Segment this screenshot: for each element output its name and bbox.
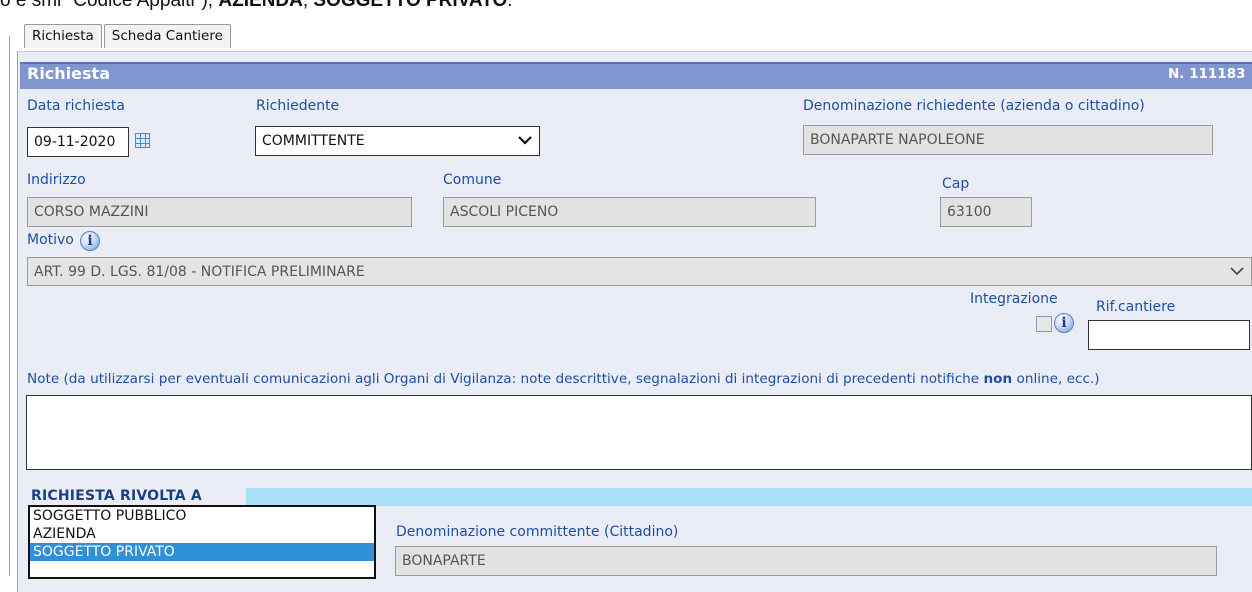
data-richiesta-input[interactable]: 09-11-2020	[27, 127, 129, 157]
tab-richiesta[interactable]: Richiesta	[24, 24, 102, 48]
note-label: Note (da utilizzarsi per eventuali comun…	[27, 371, 1100, 387]
data-richiesta-label: Data richiesta	[27, 98, 125, 114]
richiedente-label: Richiedente	[256, 98, 340, 114]
motivo-select[interactable]: ART. 99 D. LGS. 81/08 - NOTIFICA PRELIMI…	[27, 257, 1252, 286]
motivo-label: Motivo	[27, 232, 74, 248]
richiedente-select[interactable]: COMMITTENTE	[255, 126, 540, 156]
section-title: RICHIESTA RIVOLTA A	[31, 488, 202, 504]
committente-label: Denominazione committente (Cittadino)	[396, 524, 679, 540]
header-title: Richiesta	[27, 64, 110, 83]
chevron-down-icon	[1230, 267, 1244, 276]
indirizzo-label: Indirizzo	[27, 172, 86, 188]
calendar-icon[interactable]	[135, 133, 150, 148]
denominazione-richiedente-input[interactable]: BONAPARTE NAPOLEONE	[803, 125, 1213, 155]
instruction-text: o e smi "Codice Appalti"), AZIENDA, SOGG…	[0, 0, 513, 11]
request-number: N. 111183	[1168, 66, 1246, 82]
option-azienda[interactable]: AZIENDA	[30, 525, 374, 543]
section-bar	[246, 488, 1252, 506]
tab-scheda-cantiere[interactable]: Scheda Cantiere	[103, 24, 231, 48]
option-soggetto-privato[interactable]: SOGGETTO PRIVATO	[30, 543, 374, 561]
comune-input[interactable]: ASCOLI PICENO	[443, 197, 816, 227]
info-icon[interactable]: i	[80, 231, 100, 251]
integrazione-checkbox[interactable]	[1036, 316, 1052, 332]
rif-cantiere-label: Rif.cantiere	[1096, 299, 1176, 315]
info-icon[interactable]: i	[1054, 313, 1074, 333]
left-border	[9, 36, 10, 576]
cap-input[interactable]: 63100	[940, 197, 1032, 227]
tab-bar: Richiesta Scheda Cantiere	[24, 24, 233, 48]
committente-input[interactable]: BONAPARTE	[395, 546, 1217, 576]
chevron-down-icon	[518, 136, 532, 145]
section-header	[20, 62, 1252, 89]
motivo-value: ART. 99 D. LGS. 81/08 - NOTIFICA PRELIMI…	[34, 264, 365, 280]
rivolta-listbox[interactable]: SOGGETTO PUBBLICO AZIENDA SOGGETTO PRIVA…	[28, 505, 376, 579]
note-textarea[interactable]	[26, 395, 1252, 470]
indirizzo-input[interactable]: CORSO MAZZINI	[27, 197, 412, 227]
comune-label: Comune	[443, 172, 502, 188]
option-soggetto-pubblico[interactable]: SOGGETTO PUBBLICO	[30, 507, 374, 525]
cap-label: Cap	[942, 176, 970, 192]
denominazione-richiedente-label: Denominazione richiedente (azienda o cit…	[803, 98, 1145, 114]
integrazione-label: Integrazione	[970, 291, 1058, 307]
rif-cantiere-input[interactable]	[1088, 320, 1250, 350]
richiedente-value: COMMITTENTE	[262, 133, 365, 149]
